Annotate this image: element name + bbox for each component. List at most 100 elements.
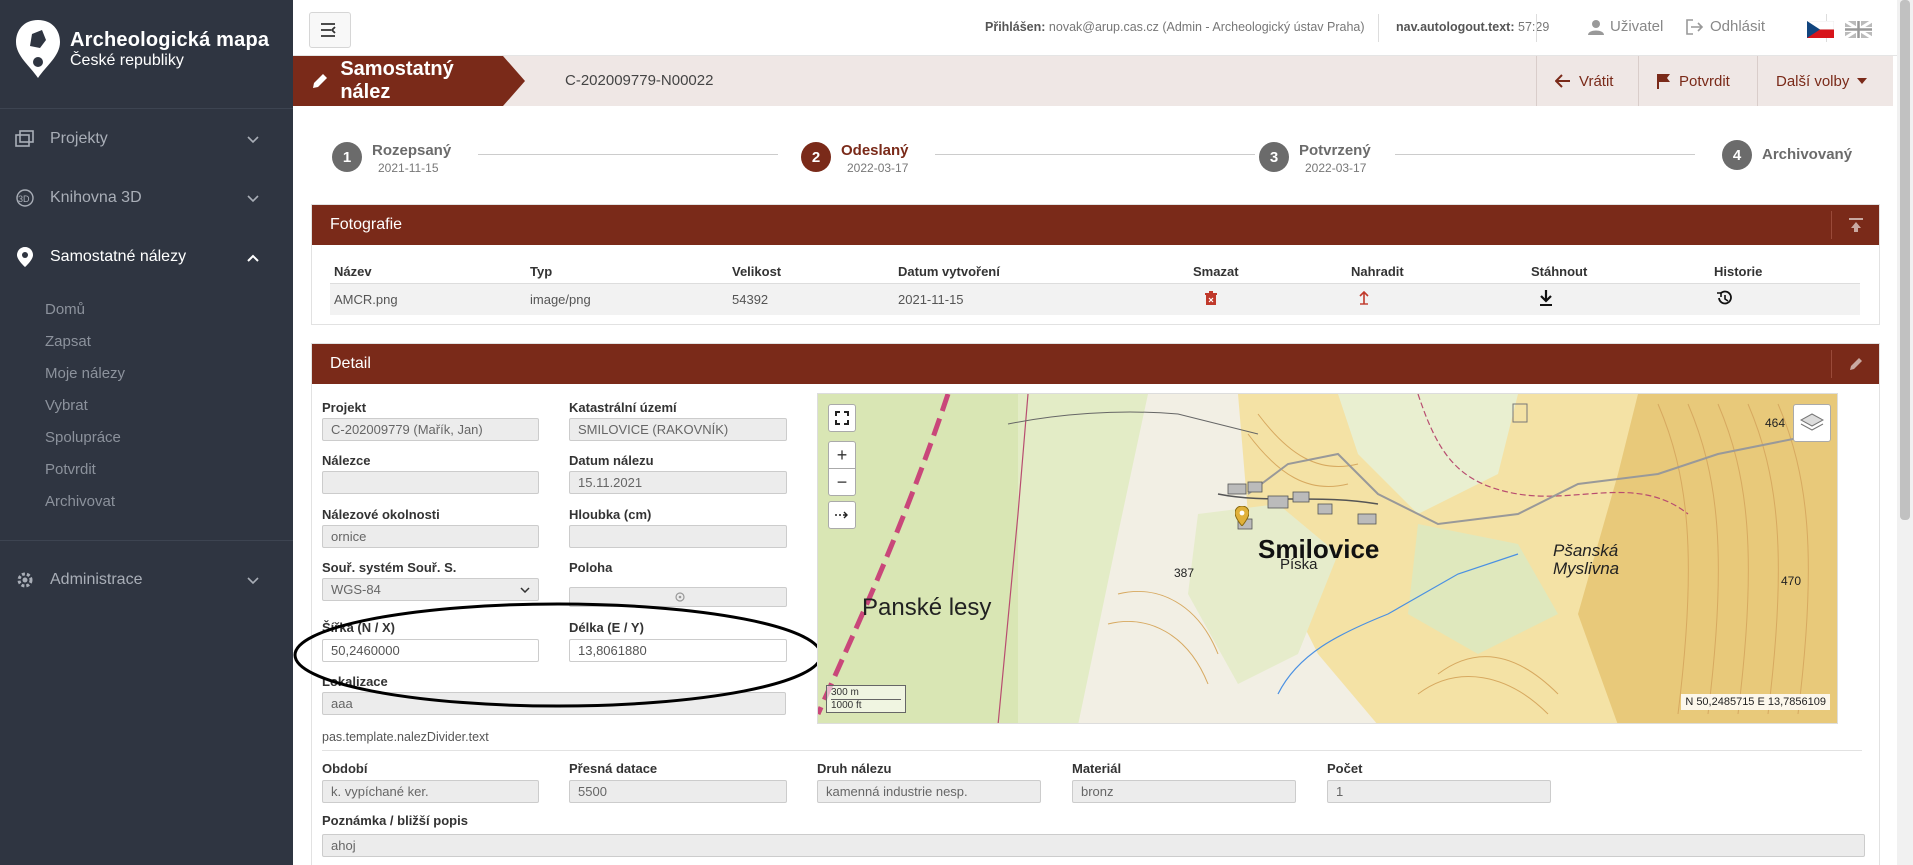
sidebar-item-label: Projekty — [50, 130, 108, 147]
3d-icon: 3D — [14, 187, 36, 209]
panel-title: Fotografie — [330, 216, 403, 233]
datum-field[interactable]: 15.11.2021 — [569, 471, 787, 494]
pencil-icon — [313, 74, 327, 88]
logout-link[interactable]: Odhlásit — [1686, 18, 1765, 35]
top-bar: Přihlášen: novak@arup.cas.cz (Admin - Ar… — [293, 0, 1913, 56]
sidebar-item-samostatne-nalezy[interactable]: Samostatné nálezy — [0, 229, 293, 285]
druh-label: Druh nálezu — [817, 761, 892, 776]
user-icon — [1588, 19, 1604, 35]
poloha-label: Poloha — [569, 560, 613, 575]
step-connector — [935, 154, 1255, 155]
page-title: Samostatný nález — [293, 56, 503, 106]
obdobi-label: Období — [322, 761, 368, 776]
divider — [0, 108, 293, 109]
locate-button[interactable] — [828, 501, 856, 529]
sidebar-item-projekty[interactable]: Projekty — [0, 111, 293, 167]
panel-title: Detail — [330, 355, 371, 372]
material-field[interactable]: bronz — [1072, 780, 1296, 803]
return-button[interactable]: Vrátit — [1536, 56, 1631, 106]
sidebar-subitem-spoluprace[interactable]: Spolupráce — [45, 429, 121, 446]
column-header[interactable]: Typ — [526, 260, 728, 284]
chevron-down-icon — [247, 572, 259, 590]
presna-field[interactable]: 5500 — [569, 780, 787, 803]
sidebar-subitem-vybrat[interactable]: Vybrat — [45, 397, 88, 414]
download-icon[interactable] — [1531, 290, 1553, 309]
map-marker-icon[interactable] — [1234, 505, 1250, 527]
czech-flag-icon[interactable] — [1806, 20, 1835, 38]
obdobi-field[interactable]: k. vypíchané ker. — [322, 780, 539, 803]
divider — [0, 540, 293, 541]
column-header: Nahradit — [1347, 260, 1527, 284]
fullscreen-button[interactable] — [828, 404, 856, 432]
map-label-town: Smilovice — [1258, 534, 1380, 564]
edit-button[interactable] — [1831, 350, 1879, 378]
logged-user-info: Přihlášen: novak@arup.cas.cz (Admin - Ar… — [985, 20, 1365, 34]
upload-button[interactable] — [1831, 211, 1879, 239]
uk-flag-icon[interactable] — [1844, 19, 1873, 40]
confirm-button[interactable]: Potvrdit — [1638, 56, 1748, 106]
scrollbar[interactable] — [1897, 0, 1913, 865]
katastr-field[interactable]: SMILOVICE (RAKOVNÍK) — [569, 418, 787, 441]
column-header: Smazat — [1189, 260, 1347, 284]
step-odeslany: 2 Odeslaný 2022-03-17 — [801, 142, 909, 175]
map-elevation: 464 — [1765, 416, 1786, 430]
okolnosti-field[interactable]: ornice — [322, 525, 539, 548]
menu-collapse-icon — [321, 23, 336, 37]
chevron-down-icon — [247, 131, 259, 149]
photos-table: Název Typ Velikost Datum vytvoření Smaza… — [330, 260, 1860, 315]
system-label: Souř. systém Souř. S. — [322, 560, 457, 575]
sidebar-subitem-moje-nalezy[interactable]: Moje nálezy — [45, 365, 125, 382]
hloubka-label: Hloubka (cm) — [569, 507, 652, 522]
upload-icon — [1848, 218, 1863, 232]
delete-icon[interactable] — [1193, 291, 1217, 308]
title-arrow — [503, 56, 525, 106]
nalezce-label: Nálezce — [322, 453, 371, 468]
flag-icon — [1657, 74, 1670, 89]
step-connector — [478, 154, 778, 155]
column-header[interactable]: Velikost — [728, 260, 894, 284]
hloubka-field[interactable] — [569, 525, 787, 548]
scrollbar-thumb[interactable] — [1900, 0, 1910, 520]
annotation-ellipse — [293, 602, 823, 708]
column-header[interactable]: Název — [330, 260, 526, 284]
more-options-dropdown[interactable]: Další volby — [1757, 56, 1885, 106]
step-rozepsany: 1 Rozepsaný 2021-11-15 — [332, 142, 451, 175]
menu-toggle-button[interactable] — [309, 12, 351, 48]
layers-icon — [1800, 413, 1824, 431]
map-label-place: Pšanská Myslivna — [1553, 541, 1620, 578]
sidebar: Archeologická mapa České republiky Proje… — [0, 0, 293, 865]
sidebar-item-administrace[interactable]: Administrace — [0, 552, 293, 608]
map-view[interactable]: Smilovice Píska Panské lesy Pšanská Mysl… — [817, 393, 1838, 724]
sidebar-item-knihovna-3d[interactable]: 3D Knihovna 3D — [0, 170, 293, 226]
fullscreen-icon — [835, 411, 849, 425]
user-link[interactable]: Uživatel — [1588, 18, 1663, 35]
druh-field[interactable]: kamenná industrie nesp. — [817, 780, 1041, 803]
column-header[interactable]: Datum vytvoření — [894, 260, 1189, 284]
replace-icon[interactable] — [1351, 290, 1369, 308]
chevron-down-icon — [247, 190, 259, 208]
nalezce-field[interactable] — [322, 471, 539, 494]
coordinate-system-select[interactable]: WGS-84 — [322, 578, 539, 601]
projekt-field[interactable]: C-202009779 (Mařík, Jan) — [322, 418, 539, 441]
arrow-left-icon — [1555, 74, 1570, 88]
logo-icon — [12, 18, 64, 80]
history-icon[interactable] — [1714, 290, 1734, 309]
map-scale: 300 m 1000 ft — [826, 685, 906, 713]
okolnosti-label: Nálezové okolnosti — [322, 507, 440, 522]
sidebar-subitem-potvrdit[interactable]: Potvrdit — [45, 461, 96, 478]
sidebar-subitem-zapsat[interactable]: Zapsat — [45, 333, 91, 350]
pocet-label: Počet — [1327, 761, 1363, 776]
divider — [1378, 14, 1379, 42]
pocet-field[interactable]: 1 — [1327, 780, 1551, 803]
material-label: Materiál — [1072, 761, 1122, 776]
sidebar-subitem-archivovat[interactable]: Archivovat — [45, 493, 115, 510]
layers-button[interactable] — [1793, 404, 1831, 442]
sidebar-subitem-domu[interactable]: Domů — [45, 301, 85, 318]
photos-panel: Fotografie Název Typ Velikost Datum vytv… — [311, 204, 1880, 325]
map-label-sub: Píska — [1280, 556, 1318, 573]
zoom-in-button[interactable]: + — [828, 441, 856, 469]
poznamka-textarea[interactable]: ahoj — [322, 834, 1865, 857]
zoom-out-button[interactable]: − — [828, 468, 856, 496]
logo-subtitle: České republiky — [70, 51, 184, 69]
app-logo[interactable]: Archeologická mapa České republiky — [12, 18, 269, 80]
